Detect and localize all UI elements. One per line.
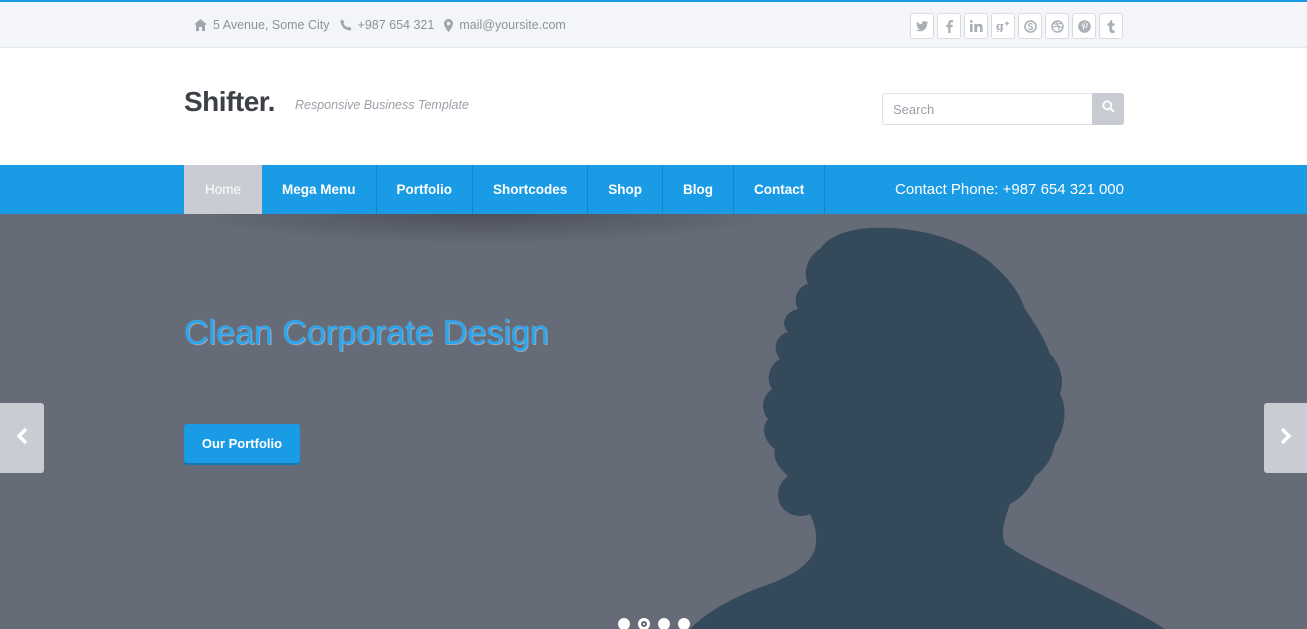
slider-prev-button[interactable] [0,403,44,473]
phone-icon [340,19,352,31]
email-item[interactable]: mail@yoursite.com [444,18,566,32]
nav-item-portfolio[interactable]: Portfolio [377,165,474,214]
address-item: 5 Avenue, Some City [194,18,330,32]
twitter-icon[interactable] [910,13,934,39]
email-text[interactable]: mail@yoursite.com [459,18,565,32]
social-links: g [910,13,1123,39]
nav-item-blog[interactable]: Blog [663,165,735,214]
home-icon [194,19,207,31]
slider-dot-1[interactable] [618,618,630,629]
slider-dot-4[interactable] [678,618,690,629]
slider-dot-3[interactable] [658,618,670,629]
top-bar: 5 Avenue, Some City +987 654 321 mail@yo… [0,0,1307,48]
phone-item: +987 654 321 [340,18,435,32]
facebook-icon[interactable] [937,13,961,39]
chevron-right-icon [1279,427,1293,450]
search-input[interactable] [882,93,1092,125]
search-form [882,93,1124,125]
linkedin-icon[interactable] [964,13,988,39]
site-tagline: Responsive Business Template [295,98,469,112]
main-nav: Home Mega Menu Portfolio Shortcodes Shop… [0,165,1307,214]
hero-title: Clean Corporate Design [184,314,549,352]
map-marker-icon [444,18,454,32]
tumblr-icon[interactable] [1099,13,1123,39]
search-icon [1101,100,1115,118]
site-logo[interactable]: Shifter. [184,86,275,118]
nav-item-shop[interactable]: Shop [588,165,664,214]
site-header: Shifter. Responsive Business Template [0,48,1307,165]
nav-item-mega-menu[interactable]: Mega Menu [262,165,377,214]
dribbble-icon[interactable] [1045,13,1069,39]
hero-slider: Clean Corporate Design Our Portfolio [0,214,1307,629]
nav-item-home[interactable]: Home [184,165,263,214]
woman-silhouette-image [690,227,1165,629]
our-portfolio-button[interactable]: Our Portfolio [184,424,300,463]
search-button[interactable] [1092,93,1124,125]
slider-next-button[interactable] [1264,403,1307,473]
address-text: 5 Avenue, Some City [213,18,330,32]
skype-icon[interactable] [1018,13,1042,39]
nav-menu: Home Mega Menu Portfolio Shortcodes Shop… [184,165,826,214]
pinterest-icon[interactable] [1072,13,1096,39]
contact-info: 5 Avenue, Some City +987 654 321 mail@yo… [194,2,566,48]
svg-text:g: g [996,20,1004,32]
chevron-left-icon [15,427,29,450]
slider-dot-2[interactable] [638,618,650,629]
nav-item-contact[interactable]: Contact [734,165,826,214]
slider-pagination [618,618,690,629]
nav-item-shortcodes[interactable]: Shortcodes [473,165,589,214]
google-plus-icon[interactable]: g [991,13,1015,39]
contact-phone: Contact Phone: +987 654 321 000 [895,181,1124,198]
phone-text: +987 654 321 [357,18,435,32]
